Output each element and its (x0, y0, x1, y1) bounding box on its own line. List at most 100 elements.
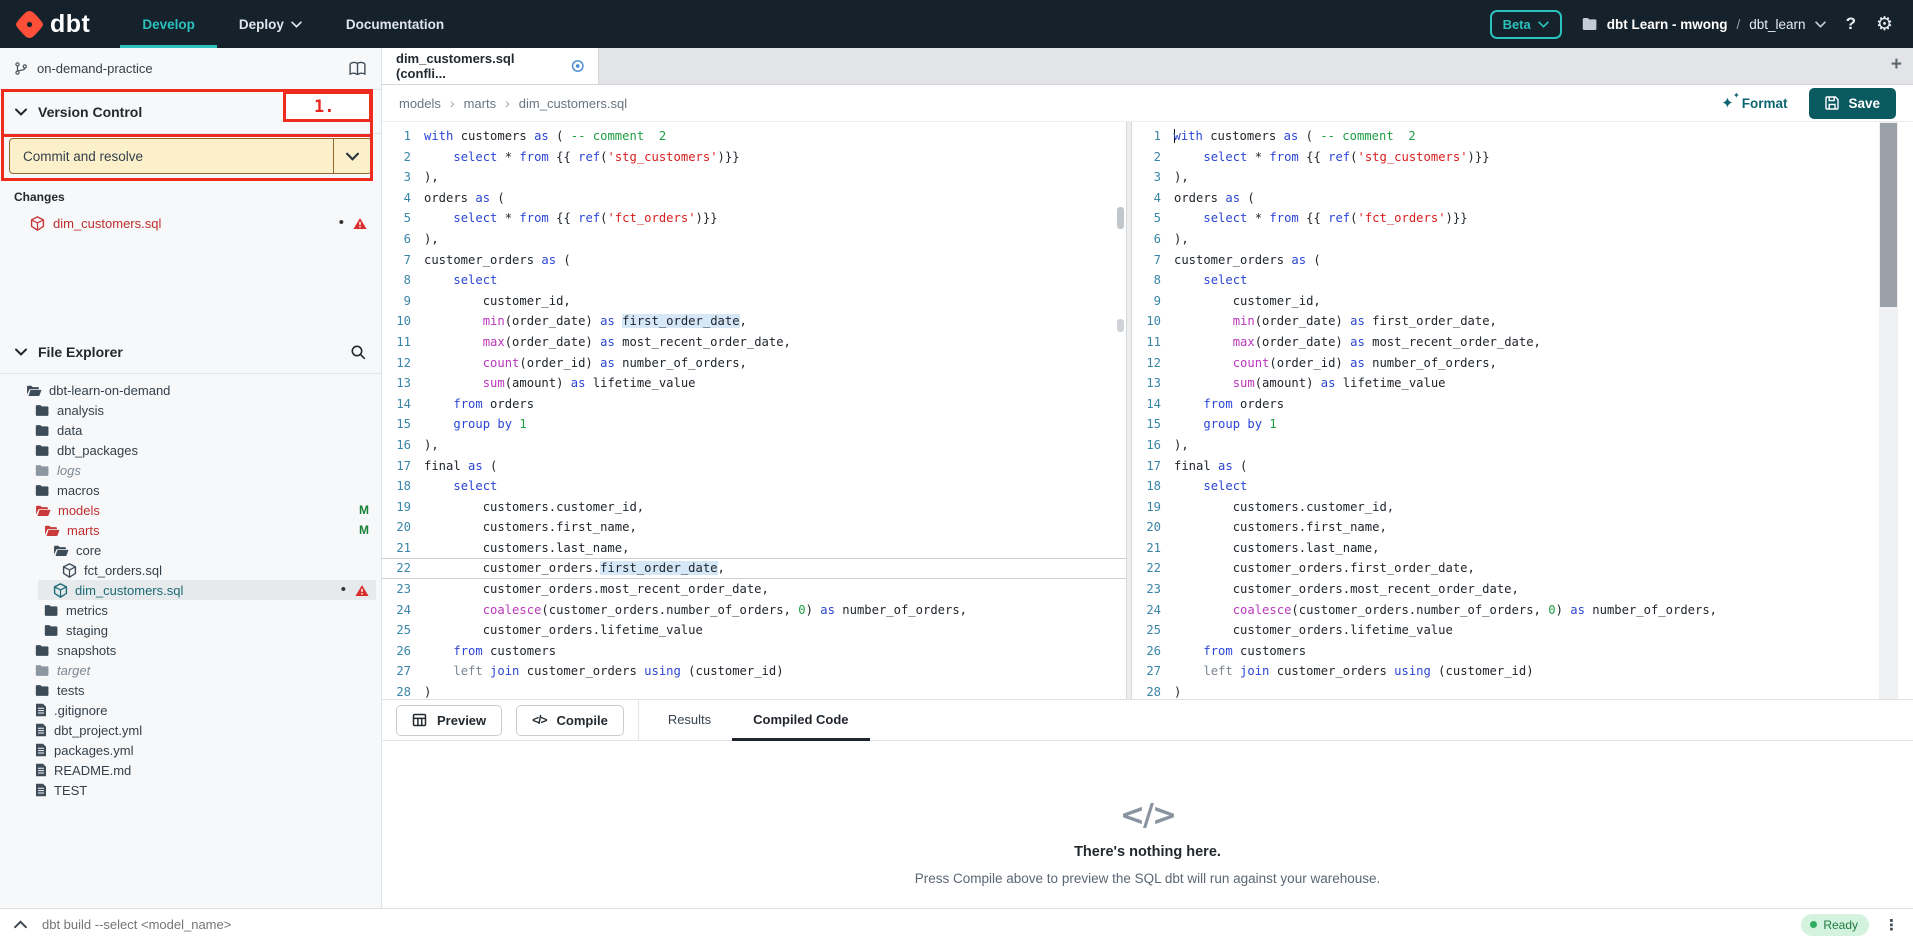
line-number: 18 (382, 477, 424, 496)
line-number: 25 (1132, 621, 1174, 640)
tree-item-readme-md[interactable]: README.md (0, 760, 381, 780)
tree-item-test[interactable]: TEST (0, 780, 381, 800)
help-button[interactable]: ? (1846, 14, 1856, 34)
code-line: 1with customers as ( -- comment 2 (382, 126, 1126, 147)
save-label: Save (1848, 96, 1880, 111)
settings-gear-icon[interactable]: ⚙ (1876, 13, 1893, 36)
tree-item-packages-yml[interactable]: packages.yml (0, 740, 381, 760)
search-icon[interactable] (350, 344, 366, 360)
tree-item-models[interactable]: modelsM (0, 500, 381, 520)
tree-item-label: core (76, 543, 101, 558)
model-cube-icon (53, 583, 68, 598)
tree-item-analysis[interactable]: analysis (0, 400, 381, 420)
git-branch-selector[interactable]: on-demand-practice (0, 48, 381, 90)
tree-item-fct-orders-sql[interactable]: fct_orders.sql (0, 560, 381, 580)
empty-state-title: There's nothing here. (1074, 844, 1221, 860)
line-number: 8 (1132, 271, 1174, 290)
editor-tab-dim-customers[interactable]: dim_customers.sql (confli... (382, 48, 599, 84)
code-pane-right[interactable]: 1with customers as ( -- comment 22 selec… (1132, 122, 1913, 699)
folder-icon (35, 664, 50, 677)
nav-item-label: Documentation (346, 17, 444, 32)
line-number: 26 (1132, 642, 1174, 661)
line-number: 13 (382, 374, 424, 393)
tree-item-data[interactable]: data (0, 420, 381, 440)
tree-item-dbt-learn-on-demand[interactable]: dbt-learn-on-demand (0, 380, 381, 400)
docs-book-icon[interactable] (348, 61, 367, 76)
breadcrumb-file[interactable]: dim_customers.sql (519, 96, 627, 111)
format-button[interactable]: ✦✦ Format (1721, 96, 1787, 111)
chevron-down-icon (1815, 21, 1826, 28)
tree-item-metrics[interactable]: metrics (0, 600, 381, 620)
folder-open-icon (35, 504, 51, 517)
folder-open-icon (44, 524, 60, 537)
preview-label: Preview (437, 713, 486, 728)
code-line: 12 count(order_id) as number_of_orders, (1132, 353, 1913, 374)
breadcrumb-models[interactable]: models (399, 96, 441, 111)
main-nav: DevelopDeploy Documentation (120, 0, 466, 48)
line-number: 19 (382, 498, 424, 517)
code-line: 22 customer_orders.first_order_date, (382, 558, 1126, 579)
commit-and-resolve-button[interactable]: Commit and resolve (10, 139, 333, 173)
line-number: 25 (382, 621, 424, 640)
tree-item-label: target (57, 663, 90, 678)
file-explorer-title: File Explorer (38, 344, 123, 360)
file-icon (35, 743, 47, 757)
preview-button[interactable]: Preview (396, 705, 502, 736)
tree-item-macros[interactable]: macros (0, 480, 381, 500)
changed-file-item[interactable]: dim_customers.sql• (0, 210, 381, 236)
code-line: 9 customer_id, (1132, 291, 1913, 312)
panel-tab-compiled-code[interactable]: Compiled Code (732, 700, 869, 741)
tree-item-logs[interactable]: logs (0, 460, 381, 480)
tree-item-label: models (58, 503, 100, 518)
code-pane-left[interactable]: 1with customers as ( -- comment 22 selec… (382, 122, 1126, 699)
tree-item-label: staging (66, 623, 108, 638)
nav-item-documentation[interactable]: Documentation (324, 0, 466, 48)
chevron-down-icon (15, 108, 27, 116)
tree-item-marts[interactable]: martsM (0, 520, 381, 540)
tree-item-core[interactable]: core (0, 540, 381, 560)
dbt-command-input[interactable] (42, 917, 1786, 932)
nav-item-deploy[interactable]: Deploy (217, 0, 324, 48)
code-line: 2 select * from {{ ref('stg_customers')}… (382, 147, 1126, 168)
overflow-menu-icon[interactable]: ⋮ (1884, 916, 1899, 934)
right-pane-scrollbar[interactable] (1879, 122, 1898, 699)
tree-item-dbt-project-yml[interactable]: dbt_project.yml (0, 720, 381, 740)
nav-item-develop[interactable]: Develop (120, 0, 217, 48)
commit-options-dropdown[interactable] (333, 139, 371, 173)
compile-button[interactable]: </> Compile (516, 705, 624, 736)
tree-item-dim-customers-sql[interactable]: dim_customers.sql• (0, 580, 381, 600)
code-line: 23 customer_orders.most_recent_order_dat… (1132, 579, 1913, 600)
tree-item-snapshots[interactable]: snapshots (0, 640, 381, 660)
line-number: 20 (382, 518, 424, 537)
tree-item-tests[interactable]: tests (0, 680, 381, 700)
code-line: 18 select (382, 476, 1126, 497)
save-button[interactable]: Save (1809, 88, 1896, 119)
code-line: 7customer_orders as ( (1132, 250, 1913, 271)
dbt-logo[interactable]: dbt (0, 10, 120, 39)
code-line: 4orders as ( (382, 188, 1126, 209)
tree-item-dbt-packages[interactable]: dbt_packages (0, 440, 381, 460)
tree-item-staging[interactable]: staging (0, 620, 381, 640)
file-explorer-header[interactable]: File Explorer (0, 330, 381, 374)
line-number: 5 (1132, 209, 1174, 228)
code-line: 5 select * from {{ ref('fct_orders')}} (1132, 208, 1913, 229)
tree-item-label: data (57, 423, 82, 438)
code-line: 3), (382, 167, 1126, 188)
scrollbar-thumb[interactable] (1880, 123, 1897, 307)
panel-tab-results[interactable]: Results (647, 700, 732, 741)
chevron-up-icon[interactable] (14, 920, 27, 929)
folder-icon (35, 684, 50, 697)
tree-item-target[interactable]: target (0, 660, 381, 680)
code-line: 2 select * from {{ ref('stg_customers')}… (1132, 147, 1913, 168)
code-line: 24 coalesce(customer_orders.number_of_or… (1132, 600, 1913, 621)
breadcrumb-marts[interactable]: marts (464, 96, 497, 111)
beta-dropdown[interactable]: Beta (1490, 10, 1562, 39)
line-number: 14 (382, 395, 424, 414)
commit-row: Commit and resolve (0, 134, 381, 178)
tree-item--gitignore[interactable]: .gitignore (0, 700, 381, 720)
project-switcher[interactable]: dbt Learn - mwong / dbt_learn (1582, 17, 1826, 32)
code-line: 27 left join customer_orders using (cust… (1132, 661, 1913, 682)
left-pane-scrollbar[interactable] (1117, 122, 1124, 699)
new-tab-button[interactable]: + (1891, 54, 1902, 76)
version-control-header[interactable]: Version Control (0, 90, 381, 134)
